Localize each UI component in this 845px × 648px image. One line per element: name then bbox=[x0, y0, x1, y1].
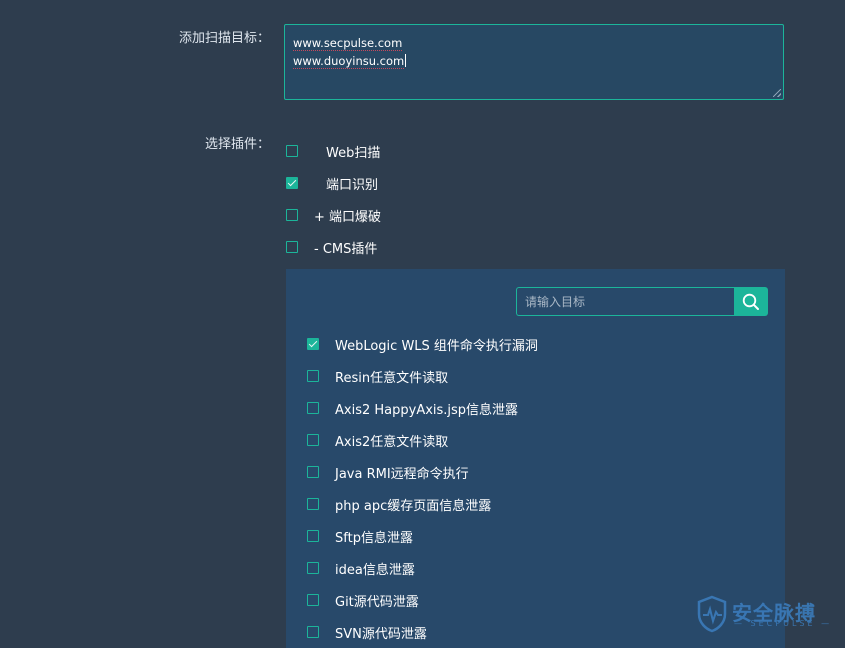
cms-item[interactable]: SVN源代码泄露 bbox=[307, 624, 427, 642]
cms-item-label: Resin任意文件读取 bbox=[335, 370, 449, 386]
cms-item[interactable]: Axis2 HappyAxis.jsp信息泄露 bbox=[307, 400, 519, 418]
target-line: www.duoyinsu.com bbox=[293, 54, 407, 69]
search-button[interactable] bbox=[734, 287, 768, 316]
cms-checkbox[interactable] bbox=[307, 562, 319, 574]
cms-item[interactable]: Java RMI远程命令执行 bbox=[307, 464, 469, 482]
plugin-label: Web扫描 bbox=[326, 145, 381, 161]
search-input[interactable] bbox=[516, 287, 734, 316]
secpulse-watermark: 安全脉搏 — SECPULSE — bbox=[696, 595, 836, 635]
cms-search bbox=[516, 287, 768, 316]
cms-checkbox[interactable] bbox=[307, 370, 319, 382]
shield-logo-icon bbox=[697, 595, 727, 633]
cms-item-label: php apc缓存页面信息泄露 bbox=[335, 498, 492, 514]
plugin-port-identify[interactable]: 端口识别 bbox=[286, 175, 379, 193]
watermark-subtitle: — SECPULSE — bbox=[734, 619, 833, 628]
cms-item-label: idea信息泄露 bbox=[335, 562, 415, 578]
cms-item-label: WebLogic WLS 组件命令执行漏洞 bbox=[335, 338, 538, 354]
plugin-checkbox[interactable] bbox=[286, 209, 298, 221]
cms-item-label: Java RMI远程命令执行 bbox=[335, 466, 469, 482]
cms-checkbox[interactable] bbox=[307, 498, 319, 510]
target-label: 添加扫描目标： bbox=[178, 31, 270, 46]
plugin-checkbox[interactable] bbox=[286, 177, 298, 189]
cms-checkbox[interactable] bbox=[307, 626, 319, 638]
plugin-label: - CMS插件 bbox=[314, 241, 378, 257]
cms-item-label: Axis2任意文件读取 bbox=[335, 434, 449, 450]
cms-item[interactable]: Resin任意文件读取 bbox=[307, 368, 449, 386]
search-icon bbox=[742, 293, 759, 310]
target-textarea[interactable]: www.secpulse.com www.duoyinsu.com bbox=[284, 24, 784, 100]
plugin-cms[interactable]: - CMS插件 bbox=[286, 239, 378, 257]
plugin-label: + 端口爆破 bbox=[314, 209, 382, 225]
cms-item[interactable]: idea信息泄露 bbox=[307, 560, 415, 578]
cms-item-label: SVN源代码泄露 bbox=[335, 626, 427, 642]
cms-item[interactable]: Sftp信息泄露 bbox=[307, 528, 413, 546]
scan-config-page: 添加扫描目标： www.secpulse.com www.duoyinsu.co… bbox=[0, 0, 845, 648]
target-line: www.secpulse.com bbox=[293, 36, 403, 51]
plugin-port-bruteforce[interactable]: + 端口爆破 bbox=[286, 207, 382, 225]
cms-checkbox[interactable] bbox=[307, 338, 319, 350]
resize-handle[interactable] bbox=[773, 89, 781, 97]
cms-checkbox[interactable] bbox=[307, 530, 319, 542]
cms-item[interactable]: WebLogic WLS 组件命令执行漏洞 bbox=[307, 336, 538, 354]
cms-checkbox[interactable] bbox=[307, 466, 319, 478]
plugin-label: 端口识别 bbox=[326, 177, 379, 193]
cms-item[interactable]: Git源代码泄露 bbox=[307, 592, 419, 610]
plugin-web-scan[interactable]: Web扫描 bbox=[286, 143, 381, 161]
plugins-label: 选择插件： bbox=[204, 137, 270, 152]
cms-plugin-panel: WebLogic WLS 组件命令执行漏洞 Resin任意文件读取 Axis2 … bbox=[286, 269, 785, 648]
text-caret bbox=[405, 54, 407, 67]
plugin-checkbox[interactable] bbox=[286, 241, 298, 253]
cms-item-label: Git源代码泄露 bbox=[335, 594, 419, 610]
cms-item[interactable]: Axis2任意文件读取 bbox=[307, 432, 449, 450]
cms-checkbox[interactable] bbox=[307, 434, 319, 446]
plugin-checkbox[interactable] bbox=[286, 145, 298, 157]
cms-item-label: Axis2 HappyAxis.jsp信息泄露 bbox=[335, 402, 519, 418]
cms-checkbox[interactable] bbox=[307, 402, 319, 414]
cms-checkbox[interactable] bbox=[307, 594, 319, 606]
cms-item-label: Sftp信息泄露 bbox=[335, 530, 413, 546]
cms-item[interactable]: php apc缓存页面信息泄露 bbox=[307, 496, 492, 514]
